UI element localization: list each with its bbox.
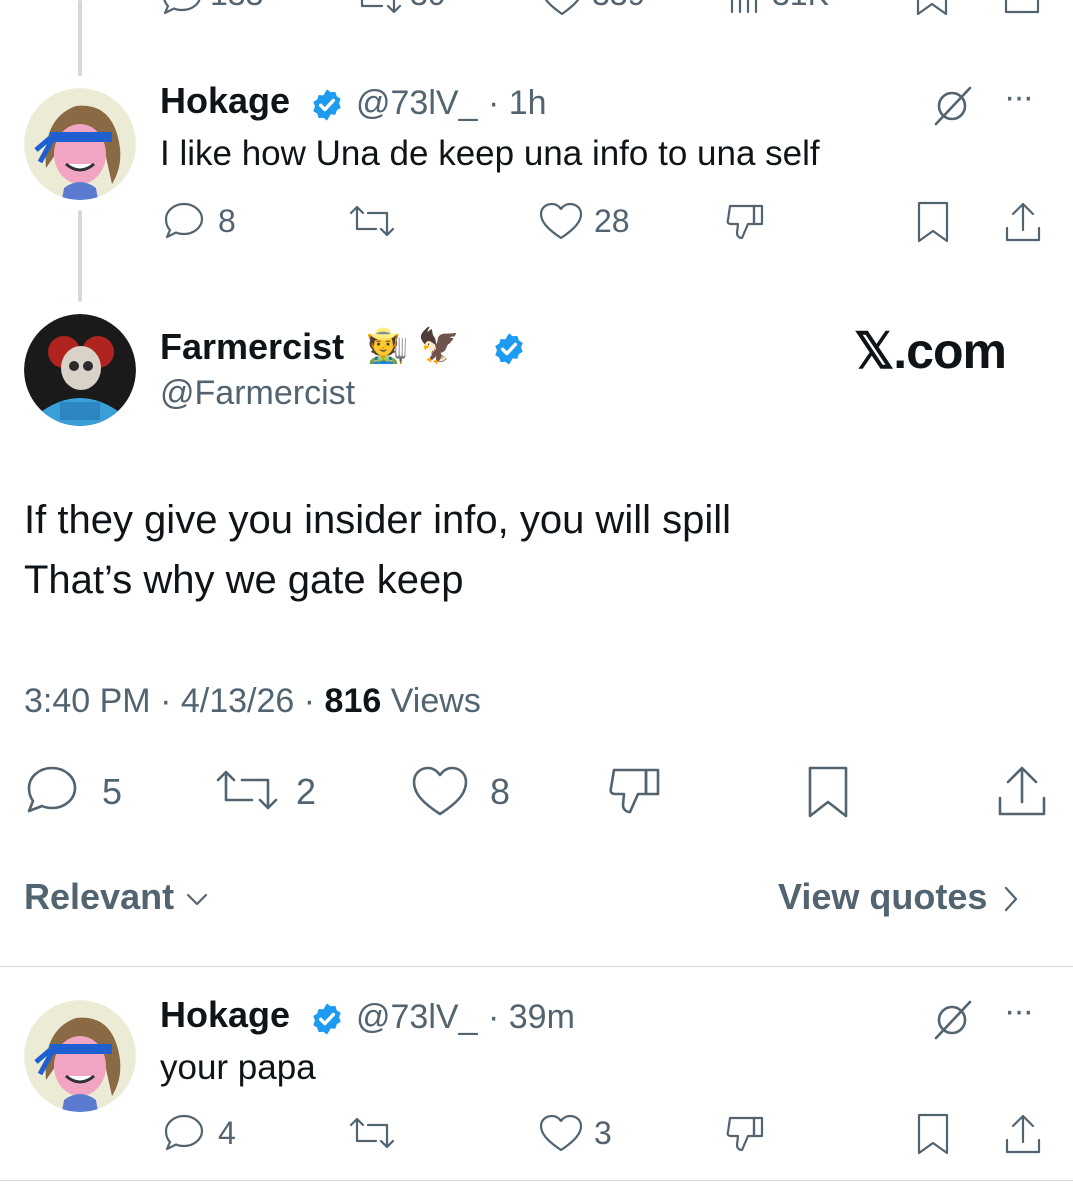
like-icon[interactable] xyxy=(410,764,470,818)
chevron-right-icon xyxy=(1005,886,1018,912)
post-time[interactable]: 3:40 PM xyxy=(24,682,151,720)
share-icon[interactable] xyxy=(1002,0,1042,16)
meta-separator: · xyxy=(303,682,325,720)
like-count: 8 xyxy=(490,771,511,812)
author-handle[interactable]: @Farmercist xyxy=(160,374,355,413)
post-text-line-1: If they give you insider info, you will … xyxy=(24,498,731,542)
sort-label: Relevant xyxy=(24,876,175,917)
top-reply-count: 133 xyxy=(210,0,263,13)
views-icon[interactable] xyxy=(726,0,766,16)
top-views-count: 31K xyxy=(772,0,829,13)
author-handle[interactable]: @73lV_ xyxy=(356,84,477,123)
bookmark-icon[interactable] xyxy=(914,1112,952,1156)
dislike-icon[interactable] xyxy=(606,764,664,818)
verified-icon xyxy=(313,1003,341,1035)
name-emojis: 🧑‍🌾 🦅 xyxy=(366,327,461,365)
dislike-icon[interactable] xyxy=(724,1112,768,1154)
reply-icon[interactable] xyxy=(162,1112,206,1154)
x-watermark: 𝕏.com xyxy=(854,323,1007,379)
reply-count: 5 xyxy=(102,771,123,812)
author-name[interactable]: Hokage xyxy=(160,994,290,1036)
avatar[interactable] xyxy=(24,1000,136,1112)
like-count: 3 xyxy=(594,1115,612,1151)
divider xyxy=(0,1180,1073,1181)
more-icon[interactable]: ··· xyxy=(1004,992,1034,1031)
like-count: 28 xyxy=(594,203,630,239)
avatar[interactable] xyxy=(24,314,136,426)
reply-icon[interactable] xyxy=(160,0,204,18)
repost-icon[interactable] xyxy=(352,0,404,16)
view-quotes-link[interactable]: View quotes xyxy=(778,876,1021,918)
bookmark-icon[interactable] xyxy=(914,200,952,244)
grok-icon[interactable] xyxy=(930,998,974,1042)
share-icon[interactable] xyxy=(1002,1112,1044,1156)
avatar[interactable] xyxy=(24,88,136,200)
author-name[interactable]: Hokage xyxy=(160,80,290,122)
bookmark-icon[interactable] xyxy=(914,0,950,16)
verified-icon xyxy=(313,89,341,121)
repost-count: 2 xyxy=(296,771,317,812)
post-text: If they give you insider info, you will … xyxy=(24,490,1044,610)
reply-icon[interactable] xyxy=(24,764,80,816)
post-text-line-2: That’s why we gate keep xyxy=(24,558,464,602)
bookmark-icon[interactable] xyxy=(804,764,852,820)
thread-line-middle xyxy=(78,210,82,302)
author-handle[interactable]: @73lV_ xyxy=(356,998,477,1037)
top-like-count: 339 xyxy=(592,0,645,13)
like-icon[interactable] xyxy=(538,200,584,242)
divider xyxy=(0,966,1073,967)
more-icon[interactable]: ··· xyxy=(1004,78,1034,117)
reply-count: 8 xyxy=(218,203,236,239)
post-text: I like how Una de keep una info to una s… xyxy=(160,134,820,173)
author-name[interactable]: Farmercist xyxy=(160,326,344,368)
post-time: · 1h xyxy=(488,84,547,122)
grok-icon[interactable] xyxy=(930,84,974,128)
sort-dropdown[interactable]: Relevant xyxy=(24,876,210,918)
post-text: your papa xyxy=(160,1048,316,1087)
thread-line-top xyxy=(78,0,82,76)
chevron-down-icon xyxy=(186,893,208,906)
post-time: · 39m xyxy=(488,998,575,1036)
meta-separator: · xyxy=(160,682,181,720)
dislike-icon[interactable] xyxy=(724,200,768,242)
views-label: Views xyxy=(390,682,481,720)
post-meta: 3:40 PM · 4/13/26 · 816 Views xyxy=(24,682,481,721)
like-icon[interactable] xyxy=(538,1112,584,1154)
top-action-row: 133 30 339 31K xyxy=(0,0,1073,18)
views-count: 816 xyxy=(324,682,382,720)
share-icon[interactable] xyxy=(994,762,1050,820)
like-icon[interactable] xyxy=(540,0,584,18)
repost-icon[interactable] xyxy=(212,766,282,814)
repost-icon[interactable] xyxy=(346,202,398,240)
verified-icon xyxy=(495,333,523,365)
view-quotes-label: View quotes xyxy=(778,876,988,917)
share-icon[interactable] xyxy=(1002,200,1044,244)
post-date[interactable]: 4/13/26 xyxy=(181,682,294,720)
repost-icon[interactable] xyxy=(346,1114,398,1152)
reply-icon[interactable] xyxy=(162,200,206,242)
reply-count: 4 xyxy=(218,1115,236,1151)
top-repost-count: 30 xyxy=(410,0,446,13)
